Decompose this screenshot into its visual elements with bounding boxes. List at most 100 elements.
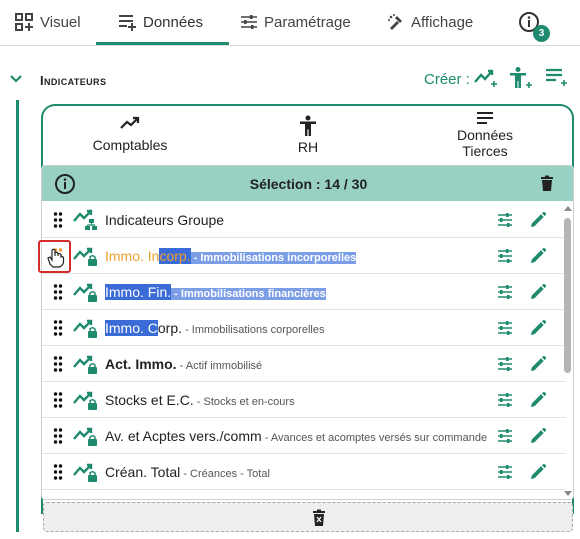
tab-parametrage[interactable]: Paramétrage <box>240 0 351 44</box>
selection-list: Sélection : 14 / 30 Indicateurs Groupe Im… <box>41 165 574 500</box>
indicator-description: Avances et acomptes versés sur commande <box>270 432 488 444</box>
settings-sliders-icon <box>498 249 512 263</box>
indicator-settings-button[interactable] <box>497 464 513 485</box>
indicator-row[interactable]: Indicateurs Groupe <box>42 202 566 238</box>
category-label: Données Tierces <box>456 127 514 159</box>
scroll-down-arrow[interactable] <box>564 491 572 496</box>
category-donnees-tierces[interactable]: Données Tierces <box>449 111 521 159</box>
indicator-name-selected: corp. <box>159 248 191 264</box>
trend-lock-icon <box>73 247 97 266</box>
indicator-settings-button[interactable] <box>497 284 513 305</box>
top-tab-bar: Visuel Données Paramétrage Affichage 3 <box>0 0 580 46</box>
settings-sliders-icon <box>498 429 512 443</box>
indicator-description: Immobilisations incorporelles <box>200 252 357 264</box>
drag-handle[interactable] <box>53 464 63 485</box>
section-title: Indicateurs <box>40 73 107 88</box>
trash-icon[interactable] <box>540 175 554 191</box>
tab-visuel[interactable]: Visuel <box>14 0 81 44</box>
indicator-edit-button[interactable] <box>529 319 547 342</box>
drag-handle[interactable] <box>53 356 63 377</box>
indicator-type-icon <box>72 353 98 380</box>
indicator-type-icon <box>72 209 98 236</box>
indicator-settings-button[interactable] <box>497 212 513 233</box>
indicator-row[interactable]: Immo. Fin. - Immobilisations financières <box>42 274 566 310</box>
category-rh[interactable]: RH <box>290 115 326 155</box>
grid-add-icon <box>15 13 33 31</box>
settings-sliders-icon <box>498 285 512 299</box>
indicator-settings-button[interactable] <box>497 392 513 413</box>
indicator-edit-button[interactable] <box>529 283 547 306</box>
pencil-icon <box>531 247 547 263</box>
create-accounting-indicator-icon[interactable] <box>473 66 499 88</box>
tab-affichage[interactable]: Affichage <box>387 0 473 44</box>
indicator-label: Indicateurs Groupe <box>105 212 224 228</box>
indicator-row[interactable]: Stocks et E.C. - Stocks et en-cours <box>42 382 566 418</box>
tab-label: Données <box>143 13 204 31</box>
indicator-name-part: orp. <box>157 320 183 336</box>
indicator-edit-button[interactable] <box>529 247 547 270</box>
pencil-icon <box>531 391 547 407</box>
settings-sliders-icon <box>498 213 512 227</box>
trend-lock-icon <box>73 319 97 338</box>
drag-handle-icon[interactable] <box>53 320 63 336</box>
indicator-row[interactable]: Av. et Acptes vers./comm - Avances et ac… <box>42 418 566 454</box>
create-hr-indicator-icon[interactable] <box>508 66 534 90</box>
indicator-name-selected: Immo. Fin. <box>105 284 172 300</box>
indicator-name-part: Immo. In <box>105 248 160 264</box>
indicator-settings-button[interactable] <box>497 248 513 269</box>
category-comptables[interactable]: Comptables <box>93 115 167 153</box>
settings-sliders-icon <box>498 393 512 407</box>
indicator-row[interactable]: Act. Immo. - Actif immobilisé <box>42 346 566 382</box>
indicator-separator: - <box>261 432 271 444</box>
indicator-label: Stocks et E.C. - Stocks et en-cours <box>105 392 295 408</box>
indicator-name-selected: Immo. C <box>105 320 158 336</box>
indicator-settings-button[interactable] <box>497 320 513 341</box>
indicator-type-icon <box>72 245 98 272</box>
indicator-settings-button[interactable] <box>497 356 513 377</box>
settings-sliders-icon <box>498 321 512 335</box>
tab-donnees[interactable]: Données <box>117 0 203 44</box>
pencil-icon <box>531 463 547 479</box>
list-icon <box>477 112 493 124</box>
chevron-down-icon[interactable] <box>9 74 23 84</box>
indicator-edit-button[interactable] <box>529 391 547 414</box>
trend-group-icon <box>73 209 97 230</box>
pencil-icon <box>531 355 547 371</box>
indicator-row[interactable]: Immo. Corp. - Immobilisations corporelle… <box>42 310 566 346</box>
drag-handle-icon[interactable] <box>53 356 63 372</box>
create-third-party-data-icon[interactable] <box>544 66 570 88</box>
indicator-name-part: Créan. Total <box>105 464 181 480</box>
indicator-row[interactable]: Créan. Total - Créances - Total <box>42 454 566 490</box>
indicator-row[interactable]: Immo. Incorp. - Immobilisations incorpor… <box>42 238 566 274</box>
scrollbar-thumb[interactable] <box>564 218 571 373</box>
indicator-edit-button[interactable] <box>529 463 547 486</box>
scroll-up-arrow[interactable] <box>564 206 572 211</box>
drag-handle-icon[interactable] <box>53 392 63 408</box>
indicator-settings-button[interactable] <box>497 428 513 449</box>
drag-handle[interactable] <box>53 212 63 233</box>
drag-handle-icon[interactable] <box>53 284 63 300</box>
selection-count: Sélection : 14 / 30 <box>249 176 368 192</box>
active-tab-indicator <box>96 42 229 45</box>
drag-handle[interactable] <box>53 320 63 341</box>
settings-sliders-icon <box>498 357 512 371</box>
indicator-edit-button[interactable] <box>529 427 547 450</box>
drag-handle-icon[interactable] <box>53 428 63 444</box>
indicator-edit-button[interactable] <box>529 355 547 378</box>
remove-drop-zone[interactable] <box>43 502 573 532</box>
drag-handle[interactable] <box>53 284 63 305</box>
indicator-name-part: Stocks et E.C. <box>105 392 194 408</box>
drag-handle[interactable] <box>53 392 63 413</box>
drag-handle-icon[interactable] <box>53 464 63 480</box>
trend-lock-icon <box>73 427 97 446</box>
pencil-icon <box>531 283 547 299</box>
indicator-description: Immobilisations financières <box>180 288 326 300</box>
trend-lock-icon <box>73 391 97 410</box>
drag-handle-icon[interactable] <box>53 212 63 228</box>
indicator-separator: - <box>176 360 186 372</box>
indicator-description: Actif immobilisé <box>185 360 263 372</box>
indicator-type-icon <box>72 317 98 344</box>
trend-lock-icon <box>73 463 97 482</box>
drag-handle[interactable] <box>53 428 63 449</box>
indicator-edit-button[interactable] <box>529 211 547 234</box>
